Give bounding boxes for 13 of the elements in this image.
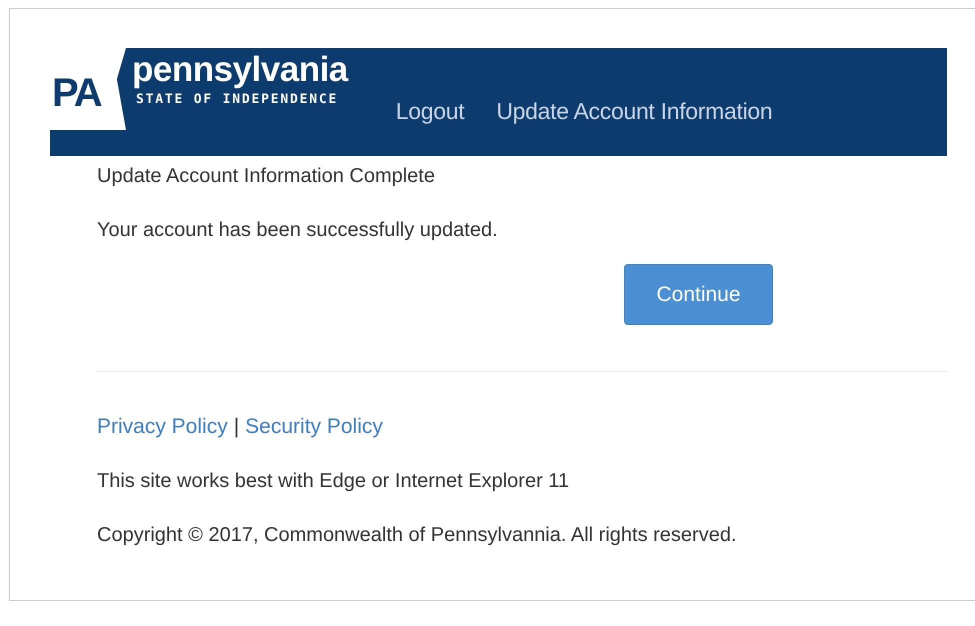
nav-link[interactable]: Update Account Information (496, 98, 772, 125)
keystone-logo: PA (50, 48, 126, 130)
footer-link[interactable]: Privacy Policy (97, 414, 228, 440)
browser-notice: This site works best with Edge or Internet Explorer 11 (97, 469, 570, 494)
footer-link[interactable]: Security Policy (245, 414, 383, 440)
success-message: Your account has been successfully updated. (97, 218, 499, 242)
copyright-text: Copyright © 2017, Commonwealth of Pennsylvannia. All rights reserved. (97, 523, 738, 548)
logo-name: pennsylvania (132, 50, 348, 90)
continue-button[interactable]: Continue (624, 264, 773, 325)
nav-link[interactable]: Logout (396, 98, 464, 125)
link-separator: | (234, 414, 240, 440)
logo-tagline: STATE OF INDEPENDENCE (136, 92, 340, 107)
page-title: Update Account Information Complete (97, 164, 436, 188)
